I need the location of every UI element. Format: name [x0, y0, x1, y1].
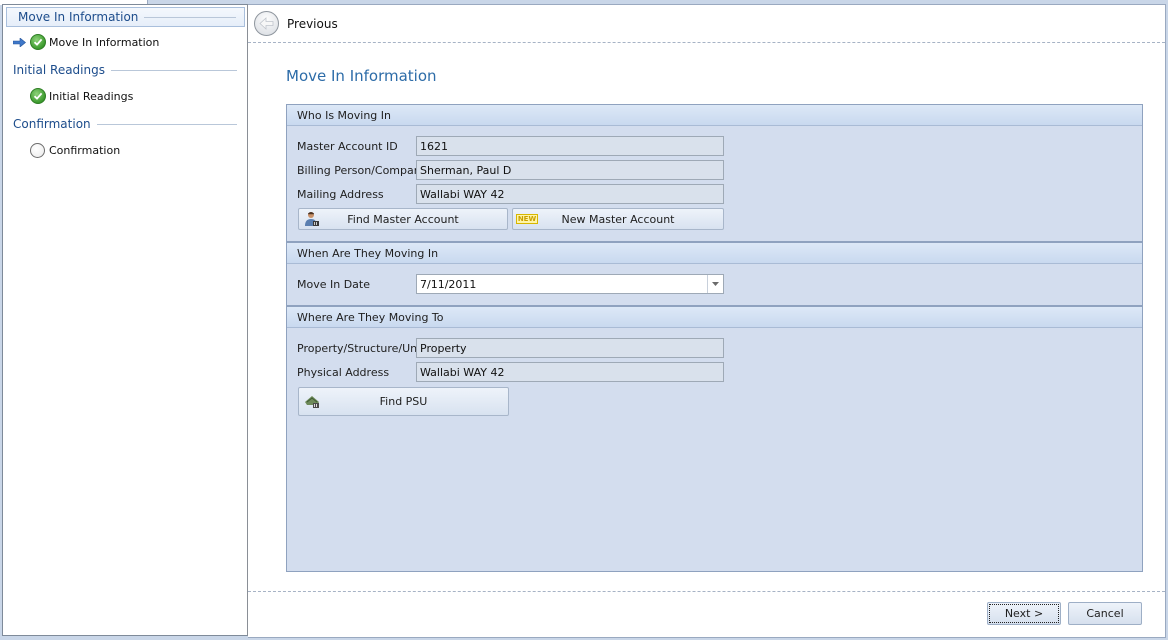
section-header-where: Where Are They Moving To: [287, 305, 1142, 328]
step-confirmation[interactable]: Confirmation: [11, 140, 120, 160]
billing-person-value: Sherman, Paul D: [420, 163, 512, 177]
step-group-move-in-information[interactable]: Move In Information: [6, 7, 245, 27]
new-badge-icon: NEW: [515, 211, 539, 227]
mailing-address-field[interactable]: Wallabi WAY 42: [416, 184, 724, 204]
previous-label: Previous: [287, 16, 338, 31]
step-group-label: Confirmation: [13, 117, 91, 131]
footer-divider: [248, 591, 1165, 592]
step-group-initial-readings[interactable]: Initial Readings: [13, 60, 237, 80]
section-header-who: Who Is Moving In: [287, 105, 1142, 126]
psu-label: Property/Structure/Unit: [297, 341, 425, 355]
physical-address-label: Physical Address: [297, 365, 390, 379]
new-master-account-label: New Master Account: [561, 212, 675, 226]
new-badge-text: NEW: [515, 214, 539, 224]
step-group-confirmation[interactable]: Confirmation: [13, 114, 237, 134]
page-title: Move In Information: [286, 67, 437, 85]
master-account-id-label: Master Account ID: [297, 139, 398, 153]
mailing-address-label: Mailing Address: [297, 187, 384, 201]
move-in-date-picker[interactable]: 7/11/2011: [416, 274, 724, 294]
psu-field[interactable]: Property: [416, 338, 724, 358]
cancel-button[interactable]: Cancel: [1068, 602, 1142, 625]
date-dropdown-button[interactable]: [707, 275, 723, 293]
step-label: Initial Readings: [49, 89, 134, 103]
move-in-date-label: Move In Date: [297, 277, 370, 291]
divider: [110, 69, 237, 71]
new-master-account-button[interactable]: NEW New Master Account: [512, 208, 724, 230]
mailing-address-value: Wallabi WAY 42: [420, 187, 505, 201]
find-master-account-button[interactable]: Find Master Account: [298, 208, 508, 230]
step-group-label: Move In Information: [18, 10, 139, 24]
step-group-label: Initial Readings: [13, 63, 105, 77]
complete-check-icon: [30, 34, 46, 50]
current-step-arrow-icon: [11, 36, 27, 48]
psu-value: Property: [420, 341, 467, 355]
person-search-icon: [304, 211, 320, 227]
complete-check-icon: [30, 88, 46, 104]
section-header-when: When Are They Moving In: [287, 241, 1142, 264]
previous-button[interactable]: Previous: [254, 11, 338, 36]
next-button[interactable]: Next >: [987, 602, 1061, 625]
navigation-bar: Previous: [248, 5, 1165, 43]
step-move-in-information[interactable]: Move In Information: [11, 32, 159, 52]
physical-address-value: Wallabi WAY 42: [420, 365, 505, 379]
divider: [144, 16, 236, 18]
find-psu-label: Find PSU: [379, 395, 428, 408]
move-in-date-value: 7/11/2011: [420, 277, 477, 291]
step-label: Confirmation: [49, 143, 121, 157]
back-arrow-icon: [254, 11, 279, 36]
step-initial-readings[interactable]: Initial Readings: [11, 86, 133, 106]
master-account-id-field[interactable]: 1621: [416, 136, 724, 156]
property-icon: [304, 393, 320, 409]
find-psu-button[interactable]: Find PSU: [298, 387, 509, 416]
move-in-form: Who Is Moving In Master Account ID 1621 …: [286, 104, 1143, 572]
physical-address-field[interactable]: Wallabi WAY 42: [416, 362, 724, 382]
next-label: Next >: [1004, 607, 1044, 620]
master-account-id-value: 1621: [420, 139, 448, 153]
chevron-down-icon: [712, 282, 719, 286]
cancel-label: Cancel: [1086, 607, 1124, 620]
pending-circle-icon: [30, 142, 45, 158]
divider: [96, 123, 237, 125]
step-label: Move In Information: [49, 35, 160, 49]
find-master-account-label: Find Master Account: [347, 212, 459, 226]
billing-person-label: Billing Person/Company: [297, 163, 428, 177]
wizard-steps-sidebar: Move In Information Move In Information …: [2, 4, 248, 636]
wizard-page: Previous Move In Information Who Is Movi…: [248, 4, 1166, 638]
billing-person-field[interactable]: Sherman, Paul D: [416, 160, 724, 180]
